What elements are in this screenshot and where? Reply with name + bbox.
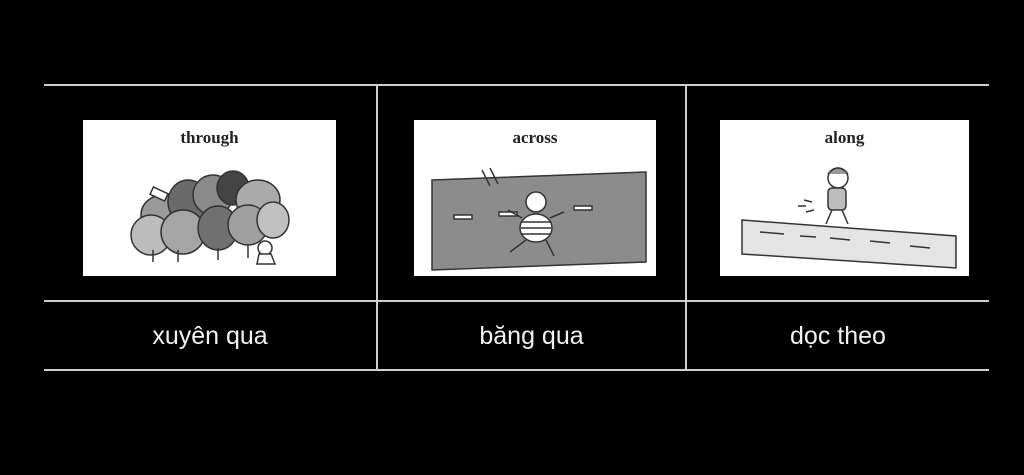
walking-along-path-illustration-icon <box>741 167 957 269</box>
row-divider <box>44 300 989 302</box>
across-label: băng qua <box>479 322 584 350</box>
through-picture: through <box>83 120 336 276</box>
trees-forest-illustration-icon <box>130 170 290 265</box>
across-picture: across <box>414 120 656 276</box>
vocabulary-table: through xuyên qua across băng qua along … <box>44 84 989 371</box>
along-picture: along <box>720 120 969 276</box>
road-crossing-illustration-icon <box>431 167 647 271</box>
along-label: dọc theo <box>790 322 886 350</box>
through-label: xuyên qua <box>152 322 268 350</box>
